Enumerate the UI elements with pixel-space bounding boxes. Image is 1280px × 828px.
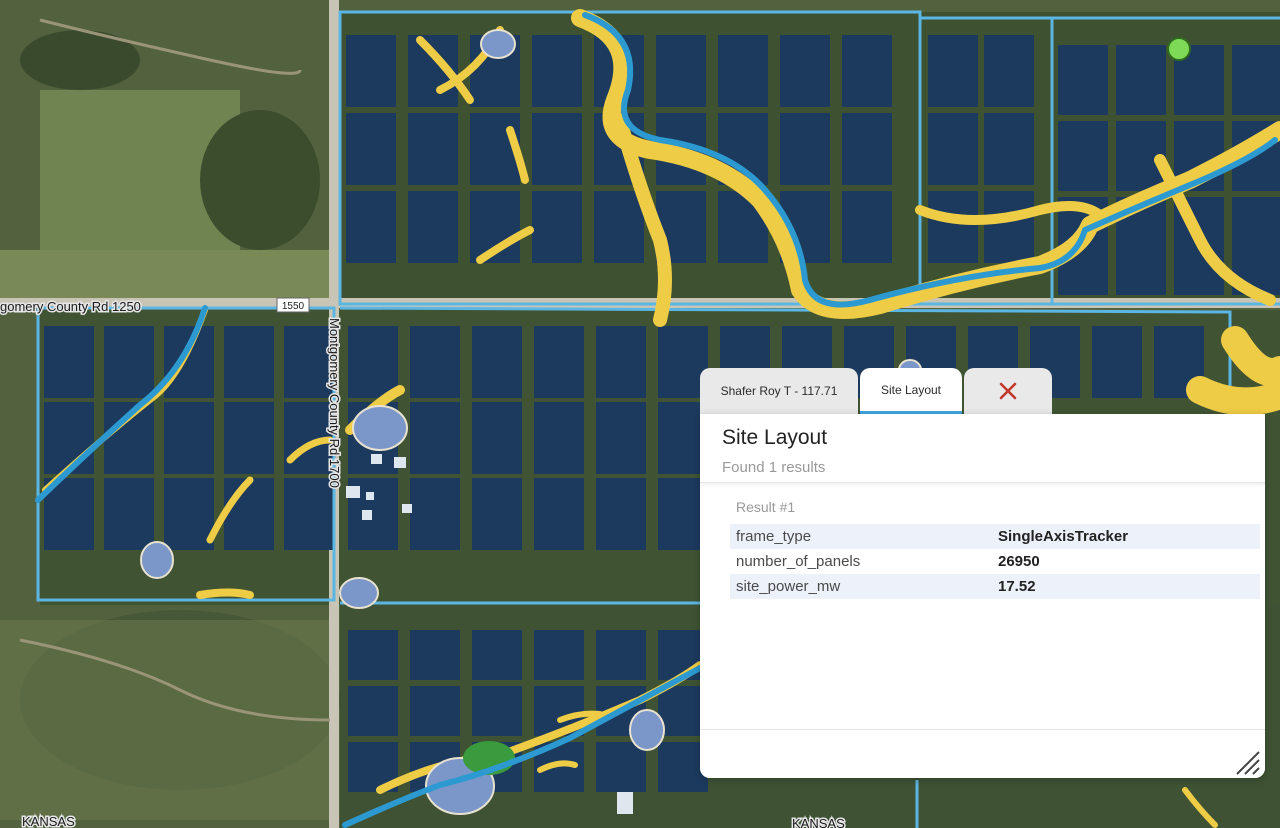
- solar-panel-block: [842, 35, 892, 107]
- solar-panel-block: [410, 478, 460, 550]
- solar-panel-block: [780, 35, 830, 107]
- solar-panel-block: [472, 326, 522, 398]
- site-layout-panel: Site Layout Found 1 results Result #1 fr…: [700, 414, 1265, 778]
- solar-panel-block: [224, 478, 274, 550]
- attribute-table: frame_type SingleAxisTracker number_of_p…: [730, 524, 1260, 599]
- solar-panel-block: [104, 478, 154, 550]
- solar-panel-block: [534, 326, 584, 398]
- solar-panel-block: [164, 478, 214, 550]
- solar-panel-block: [532, 191, 582, 263]
- results-count: Found 1 results: [722, 459, 826, 476]
- solar-panel-block: [164, 326, 214, 398]
- solar-panel-block: [596, 478, 646, 550]
- solar-panel-block: [44, 402, 94, 474]
- solar-panel-block: [842, 191, 892, 263]
- solar-panel-block: [1058, 45, 1108, 115]
- solar-panel-block: [224, 402, 274, 474]
- place-label-kansas: KANSAS: [22, 814, 75, 828]
- table-row: number_of_panels 26950: [730, 549, 1260, 574]
- solar-panel-block: [656, 35, 706, 107]
- popup-tab-bar: Shafer Roy T - 117.71 Site Layout: [700, 366, 1052, 414]
- solar-panel-block: [1232, 45, 1280, 115]
- result-card: Result #1 frame_type SingleAxisTracker n…: [730, 499, 1260, 599]
- solar-panel-block: [410, 686, 460, 736]
- solar-panel-block: [596, 630, 646, 680]
- solar-panel-block: [472, 402, 522, 474]
- attribute-value: 26950: [998, 553, 1040, 570]
- solar-panel-block: [410, 402, 460, 474]
- solar-panel-block: [1116, 45, 1166, 115]
- solar-panel-block: [104, 326, 154, 398]
- solar-panel-block: [534, 478, 584, 550]
- solar-panel-block: [224, 326, 274, 398]
- svg-text:1550: 1550: [282, 301, 305, 312]
- attribute-value: SingleAxisTracker: [992, 524, 1260, 549]
- table-row: frame_type SingleAxisTracker: [730, 524, 1260, 549]
- solar-panel-block: [346, 35, 396, 107]
- solar-panel-block: [984, 191, 1034, 263]
- solar-panel-block: [532, 35, 582, 107]
- panel-title: Site Layout: [722, 426, 828, 449]
- solar-panel-block: [780, 113, 830, 185]
- solar-panel-block: [534, 630, 584, 680]
- solar-panel-block: [164, 402, 214, 474]
- tab-site-layout[interactable]: Site Layout: [860, 368, 962, 414]
- solar-panel-block: [346, 191, 396, 263]
- solar-panel-block: [534, 402, 584, 474]
- open-field: [0, 620, 330, 820]
- road-label-county-rd-1700: Montgomery County Rd 1700: [327, 318, 342, 488]
- solar-panel-block: [842, 113, 892, 185]
- solar-panel-block: [284, 326, 334, 398]
- solar-panel-block: [928, 35, 978, 107]
- solar-panel-block: [348, 686, 398, 736]
- attribute-key: site_power_mw: [730, 574, 992, 599]
- solar-panel-block: [596, 326, 646, 398]
- solar-panel-block: [532, 113, 582, 185]
- road-shield-1550: 1550: [276, 297, 310, 313]
- solar-panel-block: [596, 742, 646, 792]
- solar-panel-block: [346, 113, 396, 185]
- solar-panel-block: [594, 191, 644, 263]
- solar-panel-block: [1116, 235, 1166, 295]
- x-icon: [999, 382, 1017, 400]
- road-label-county-rd-1250: gomery County Rd 1250: [0, 299, 141, 314]
- place-label-kansas: KANSAS: [792, 816, 845, 828]
- solar-panel-block: [1058, 121, 1108, 191]
- solar-panel-block: [984, 35, 1034, 107]
- panel-header: Site Layout Found 1 results: [700, 414, 1265, 483]
- solar-panel-block: [348, 630, 398, 680]
- tree-cluster: [200, 110, 320, 250]
- solar-panel-block: [596, 402, 646, 474]
- solar-panel-block: [410, 630, 460, 680]
- attribute-key: number_of_panels: [736, 553, 861, 570]
- solar-panel-block: [984, 113, 1034, 185]
- solar-panel-block: [1092, 326, 1142, 398]
- solar-panel-block: [718, 35, 768, 107]
- solar-panel-block: [44, 326, 94, 398]
- result-label: Result #1: [736, 499, 796, 515]
- attribute-key: frame_type: [730, 524, 992, 549]
- solar-panel-block: [348, 326, 398, 398]
- solar-panel-block: [928, 191, 978, 263]
- solar-panel-block: [472, 630, 522, 680]
- solar-panel-block: [410, 326, 460, 398]
- close-button[interactable]: [964, 368, 1052, 414]
- location-marker[interactable]: [1167, 37, 1191, 61]
- solar-panel-block: [928, 113, 978, 185]
- solar-panel-block: [408, 113, 458, 185]
- attribute-value: 17.52: [992, 574, 1260, 599]
- solar-panel-block: [472, 686, 522, 736]
- tab-parcel[interactable]: Shafer Roy T - 117.71: [700, 368, 858, 414]
- resize-handle-icon[interactable]: [1231, 746, 1261, 776]
- solar-panel-block: [284, 478, 334, 550]
- solar-panel-block: [472, 478, 522, 550]
- open-field: [0, 250, 330, 305]
- table-row: site_power_mw 17.52: [730, 574, 1260, 599]
- panel-footer: [700, 729, 1265, 778]
- solar-panel-block: [408, 191, 458, 263]
